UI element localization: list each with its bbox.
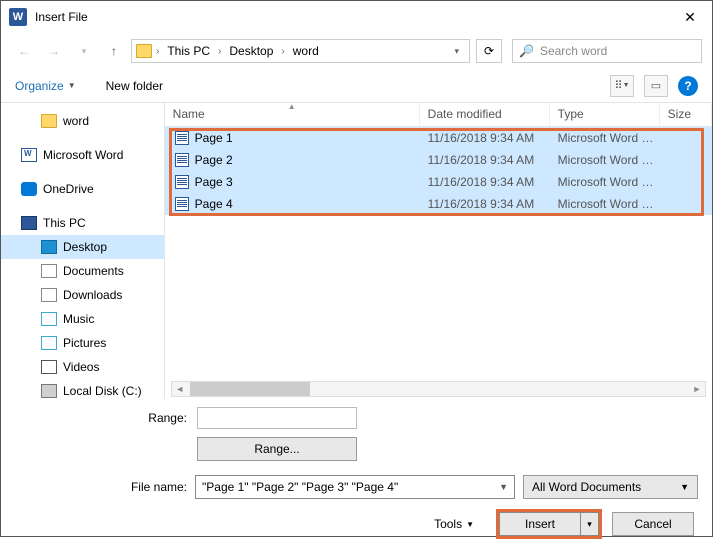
bottom-panel: Range: Range... File name: "Page 1" "Pag… <box>1 399 712 549</box>
help-button[interactable]: ? <box>678 76 698 96</box>
file-row[interactable]: Page 4 11/16/2018 9:34 AMMicrosoft Word D… <box>165 193 712 215</box>
desktop-icon <box>41 240 57 254</box>
chevron-down-icon: ▼ <box>680 482 689 492</box>
file-name: Page 2 <box>195 153 233 167</box>
file-row[interactable]: Page 3 11/16/2018 9:34 AMMicrosoft Word D… <box>165 171 712 193</box>
file-name: Page 1 <box>195 131 233 145</box>
file-list-pane: ▲Name Date modified Type Size Page 1 11/1… <box>165 103 712 399</box>
cancel-button[interactable]: Cancel <box>612 512 694 536</box>
nav-tree: word Microsoft Word OneDrive This PC Des… <box>1 103 165 399</box>
chevron-down-icon[interactable]: ▼ <box>499 482 508 492</box>
view-button[interactable]: ⠿ ▼ <box>610 75 634 97</box>
window-title: Insert File <box>35 10 668 24</box>
pc-icon <box>21 216 37 230</box>
column-headers: ▲Name Date modified Type Size <box>165 103 712 127</box>
folder-icon <box>41 114 57 128</box>
filename-input[interactable]: "Page 1" "Page 2" "Page 3" "Page 4" ▼ <box>195 475 515 499</box>
address-bar[interactable]: › This PC › Desktop › word ▾ <box>131 39 470 63</box>
tools-button[interactable]: Tools▼ <box>434 517 474 531</box>
chevron-right-icon: › <box>279 46 286 57</box>
word-doc-icon <box>175 175 189 189</box>
chevron-right-icon: › <box>154 46 161 57</box>
word-doc-icon <box>175 153 189 167</box>
breadcrumb-word[interactable]: word <box>289 44 323 58</box>
tree-node-onedrive[interactable]: OneDrive <box>1 177 164 201</box>
filename-value: "Page 1" "Page 2" "Page 3" "Page 4" <box>202 480 398 494</box>
folder-icon <box>136 43 152 59</box>
nav-bar: ← → ▾ ↑ › This PC › Desktop › word ▾ ⟳ 🔍… <box>1 33 712 69</box>
file-date: 11/16/2018 9:34 AM <box>420 153 550 167</box>
onedrive-icon <box>21 182 37 196</box>
sort-asc-icon: ▲ <box>288 102 296 111</box>
scroll-right-icon[interactable]: ► <box>689 384 705 394</box>
file-date: 11/16/2018 9:34 AM <box>420 131 550 145</box>
horizontal-scrollbar[interactable]: ◄ ► <box>171 381 706 397</box>
pictures-icon <box>41 336 57 350</box>
music-icon <box>41 312 57 326</box>
tree-node-thispc[interactable]: This PC <box>1 211 164 235</box>
file-type: Microsoft Word D... <box>550 197 660 211</box>
scroll-thumb[interactable] <box>190 382 310 396</box>
disk-icon <box>41 384 57 398</box>
file-row[interactable]: Page 2 11/16/2018 9:34 AMMicrosoft Word D… <box>165 149 712 171</box>
file-type-filter[interactable]: All Word Documents ▼ <box>523 475 698 499</box>
title-bar: W Insert File ✕ <box>1 1 712 33</box>
downloads-icon <box>41 288 57 302</box>
file-rows: Page 111/16/2018 9:34 AMMicrosoft Word D… <box>165 127 712 215</box>
new-folder-button[interactable]: New folder <box>106 79 163 93</box>
tree-node-videos[interactable]: Videos <box>1 355 164 379</box>
tree-node-word[interactable]: word <box>1 109 164 133</box>
file-name: Page 4 <box>195 197 233 211</box>
tree-node-localdisk[interactable]: Local Disk (C:) <box>1 379 164 399</box>
file-row[interactable]: Page 1 11/16/2018 9:34 AMMicrosoft Word D… <box>165 127 712 149</box>
file-type: Microsoft Word D... <box>550 175 660 189</box>
address-dropdown[interactable]: ▾ <box>448 46 465 57</box>
videos-icon <box>41 360 57 374</box>
col-date[interactable]: Date modified <box>420 103 550 126</box>
insert-dropdown[interactable]: ▾ <box>581 512 599 536</box>
insert-button[interactable]: Insert <box>499 512 581 536</box>
file-type: Microsoft Word D... <box>550 131 660 145</box>
range-input[interactable] <box>197 407 357 429</box>
tree-node-documents[interactable]: Documents <box>1 259 164 283</box>
search-placeholder: Search word <box>540 44 607 58</box>
file-date: 11/16/2018 9:34 AM <box>420 175 550 189</box>
search-icon: 🔍 <box>519 44 534 58</box>
col-size[interactable]: Size <box>660 103 712 126</box>
file-date: 11/16/2018 9:34 AM <box>420 197 550 211</box>
tree-node-msword[interactable]: Microsoft Word <box>1 143 164 167</box>
forward-button[interactable]: → <box>41 38 67 64</box>
close-button[interactable]: ✕ <box>668 2 712 32</box>
file-type: Microsoft Word D... <box>550 153 660 167</box>
preview-pane-button[interactable]: ▭ <box>644 75 668 97</box>
organize-button[interactable]: Organize▼ <box>15 79 76 93</box>
toolbar: Organize▼ New folder ⠿ ▼ ▭ ? <box>1 69 712 103</box>
documents-icon <box>41 264 57 278</box>
tree-node-pictures[interactable]: Pictures <box>1 331 164 355</box>
filename-label: File name: <box>15 480 187 494</box>
search-input[interactable]: 🔍 Search word <box>512 39 702 63</box>
range-label: Range: <box>15 411 187 425</box>
tree-node-downloads[interactable]: Downloads <box>1 283 164 307</box>
recent-chevron[interactable]: ▾ <box>71 38 97 64</box>
word-doc-icon <box>175 197 189 211</box>
breadcrumb-desktop[interactable]: Desktop <box>225 44 277 58</box>
file-name: Page 3 <box>195 175 233 189</box>
insert-split-button: Insert ▾ <box>496 509 602 539</box>
tree-node-music[interactable]: Music <box>1 307 164 331</box>
range-button[interactable]: Range... <box>197 437 357 461</box>
scroll-left-icon[interactable]: ◄ <box>172 384 188 394</box>
col-name[interactable]: ▲Name <box>165 103 420 126</box>
tree-node-desktop[interactable]: Desktop <box>1 235 164 259</box>
col-type[interactable]: Type <box>550 103 660 126</box>
refresh-button[interactable]: ⟳ <box>476 39 502 63</box>
up-button[interactable]: ↑ <box>101 38 127 64</box>
breadcrumb-thispc[interactable]: This PC <box>163 44 214 58</box>
chevron-right-icon: › <box>216 46 223 57</box>
word-doc-icon <box>21 148 37 162</box>
back-button[interactable]: ← <box>11 38 37 64</box>
word-app-icon: W <box>9 8 27 26</box>
word-doc-icon <box>175 131 189 145</box>
